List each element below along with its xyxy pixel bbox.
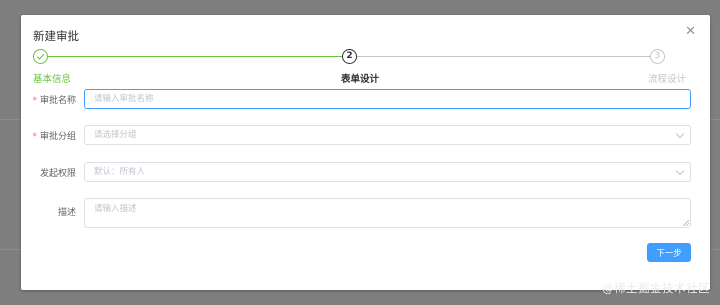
- required-mark: *: [32, 96, 37, 106]
- initiator-scope-select[interactable]: [84, 162, 691, 182]
- form-item-description: 描述: [21, 198, 710, 228]
- form-item-name: * 审批名称: [21, 89, 710, 109]
- approval-name-input[interactable]: [84, 89, 691, 109]
- initiator-scope-input[interactable]: [84, 162, 691, 182]
- form-item-scope: 发起权限: [21, 162, 710, 182]
- step-number: 2: [342, 49, 357, 64]
- next-step-button[interactable]: 下一步: [647, 243, 691, 262]
- name-label-text: 审批名称: [39, 96, 76, 106]
- required-mark: *: [32, 132, 37, 142]
- dialog-title: 新建审批: [33, 29, 79, 43]
- resize-handle-icon[interactable]: [683, 220, 689, 226]
- step-line-1: [48, 56, 342, 57]
- step-number: 3: [650, 49, 665, 64]
- step-line-2: [357, 56, 650, 57]
- steps: 基本信息 2 表单设计 3 流程设计: [21, 49, 710, 89]
- approval-group-select[interactable]: [84, 125, 691, 145]
- group-label-text: 审批分组: [39, 132, 76, 142]
- form-item-group: * 审批分组: [21, 125, 710, 145]
- approval-group-input[interactable]: [84, 125, 691, 145]
- name-label: * 审批名称: [32, 93, 76, 106]
- scope-label: 发起权限: [39, 169, 76, 179]
- close-icon[interactable]: ✕: [685, 25, 696, 39]
- check-icon: [33, 49, 48, 64]
- step-title: 基本信息: [33, 74, 72, 85]
- description-wrap: [84, 198, 691, 228]
- watermark: @稀土掘金技术社区: [602, 281, 710, 295]
- new-approval-dialog: 新建审批 ✕ 基本信息 2 表单设计 3 流程设计 *审批名称 *审批分组: [21, 15, 710, 290]
- group-label: * 审批分组: [32, 129, 76, 142]
- description-textarea[interactable]: [84, 198, 691, 228]
- description-label: 描述: [57, 208, 76, 218]
- step-title: 流程设计: [648, 74, 687, 85]
- step-title: 表单设计: [341, 74, 380, 85]
